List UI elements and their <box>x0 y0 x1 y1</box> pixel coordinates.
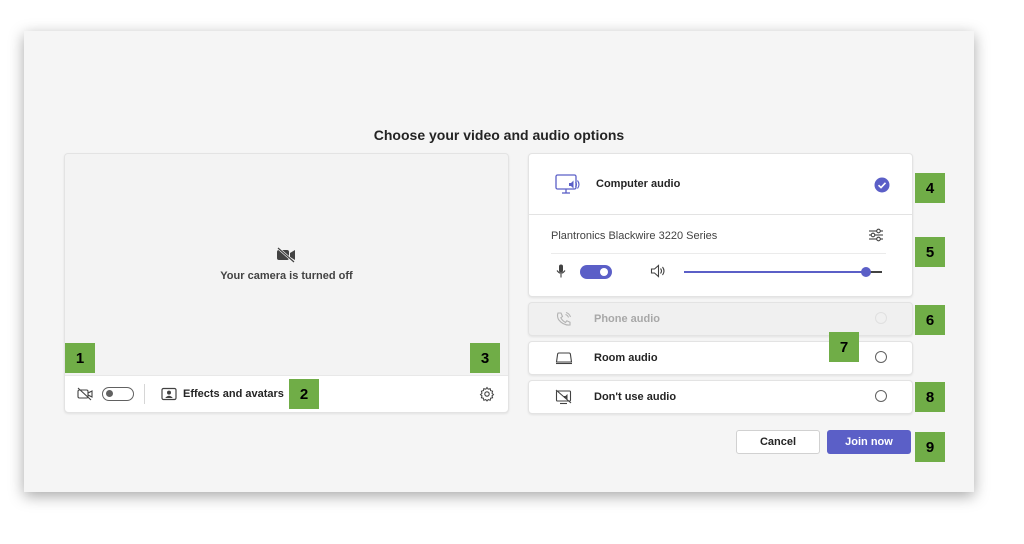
callout-badge: 1 <box>65 343 95 373</box>
cancel-button[interactable]: Cancel <box>736 430 820 454</box>
room-audio-radio[interactable] <box>875 351 887 363</box>
gear-icon[interactable] <box>479 386 495 402</box>
camera-icon <box>77 387 93 401</box>
video-preview-panel: Your camera is turned off Effects and av… <box>64 153 509 413</box>
device-settings-icon[interactable] <box>868 228 884 242</box>
computer-audio-label: Computer audio <box>596 178 681 190</box>
effects-icon[interactable] <box>161 387 177 401</box>
microphone-toggle[interactable] <box>580 265 612 279</box>
microphone-toggle-knob <box>600 268 608 276</box>
dialog-title: Choose your video and audio options <box>373 127 625 143</box>
check-icon <box>874 177 890 193</box>
computer-audio-card[interactable]: Computer audio Plantronics Blackwire 322… <box>528 153 913 297</box>
computer-audio-icon <box>555 174 580 194</box>
camera-toggle[interactable] <box>102 387 134 401</box>
phone-audio-radio[interactable] <box>875 312 887 324</box>
callout-badge: 8 <box>915 382 945 412</box>
speaker-icon <box>650 264 665 278</box>
no-audio-radio[interactable] <box>875 390 887 402</box>
audio-device-name[interactable]: Plantronics Blackwire 3220 Series <box>551 230 717 242</box>
effects-and-avatars-button[interactable]: Effects and avatars <box>183 388 284 400</box>
phone-icon <box>556 312 571 326</box>
camera-off-icon <box>277 247 295 263</box>
toolbar-divider <box>144 384 145 404</box>
phone-audio-option[interactable]: Phone audio <box>528 302 913 336</box>
callout-badge: 6 <box>915 305 945 335</box>
microphone-icon <box>556 264 566 278</box>
callout-badge: 3 <box>470 343 500 373</box>
callout-badge: 7 <box>829 332 859 362</box>
callout-badge: 5 <box>915 237 945 267</box>
room-audio-icon <box>555 352 573 365</box>
device-divider <box>551 253 886 254</box>
camera-toggle-knob <box>106 390 113 397</box>
volume-slider-rest[interactable] <box>870 271 882 273</box>
callout-badge: 2 <box>289 379 319 409</box>
video-toolbar: Effects and avatars <box>65 375 508 412</box>
prejoin-window: Choose your video and audio options Your… <box>24 31 974 492</box>
room-audio-label: Room audio <box>594 352 658 364</box>
no-audio-label: Don't use audio <box>594 391 677 403</box>
callout-badge: 9 <box>915 432 945 462</box>
computer-audio-option[interactable]: Computer audio <box>529 154 912 215</box>
video-preview: Your camera is turned off <box>65 154 508 375</box>
no-audio-icon <box>555 389 572 405</box>
camera-off-message: Your camera is turned off <box>220 270 353 282</box>
volume-slider-filled[interactable] <box>684 271 866 273</box>
no-audio-option[interactable]: Don't use audio <box>528 380 913 414</box>
callout-badge: 4 <box>915 173 945 203</box>
join-now-button[interactable]: Join now <box>827 430 911 454</box>
volume-slider-thumb[interactable] <box>861 267 871 277</box>
phone-audio-label: Phone audio <box>594 313 660 325</box>
